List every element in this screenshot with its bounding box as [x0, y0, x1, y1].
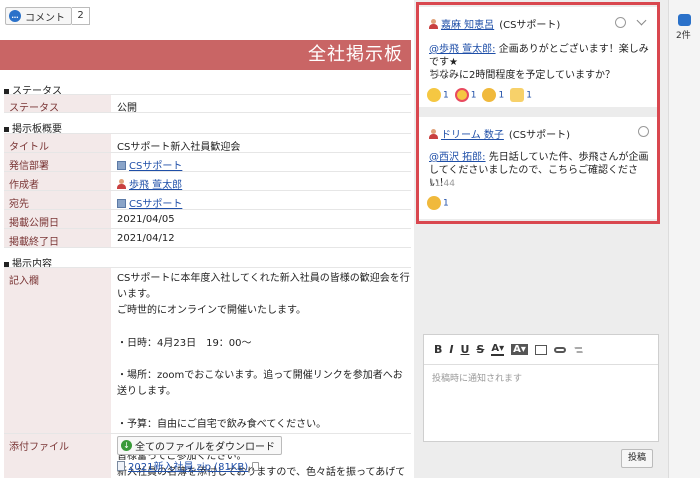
italic-button[interactable]: I	[449, 343, 453, 356]
start-date-label: 掲載公開日	[4, 210, 111, 229]
comment-author-link[interactable]: 嘉麻 知恵呂	[441, 16, 494, 31]
start-date-value: 2021/04/05	[117, 214, 175, 225]
status-row: ステータス 公開	[4, 94, 411, 114]
reaction[interactable]: 1	[482, 88, 504, 102]
comment-card: ドリーム 数子 (CSサポート) @西沢 拓郎: 先日話していた件、歩飛さんが企…	[419, 117, 657, 219]
comment-text-line2: ちなみに2時間程度を予定していますか？	[429, 70, 616, 81]
comment-time: 11:19	[429, 69, 455, 79]
beer-mug-icon	[510, 88, 525, 102]
editor-placeholder: 投稿時に通知されます	[432, 374, 523, 384]
top-toolbar: … コメント 2	[0, 0, 414, 33]
reaction[interactable]: 1	[454, 88, 476, 102]
to-row: 宛先 CSサポート	[4, 190, 411, 210]
text-color-button[interactable]: A▾	[491, 343, 505, 356]
dept-row: 発信部署 CSサポート	[4, 152, 411, 172]
status-value: 公開	[117, 103, 137, 114]
reaction-list: 1 1 1 1	[427, 88, 532, 102]
to-label: 宛先	[4, 191, 111, 210]
rail-comment-count: 2件	[676, 31, 691, 41]
title-row: タイトル CSサポート新入社員歓迎会	[4, 133, 411, 153]
comment-icon[interactable]	[678, 14, 691, 26]
underline-button[interactable]: U	[460, 343, 469, 356]
building-icon	[117, 199, 126, 208]
comment-button[interactable]: … コメント	[5, 7, 72, 25]
file-link[interactable]: 2021新入社員.zip (81KB)	[128, 462, 248, 473]
unlink-icon[interactable]	[572, 346, 585, 353]
attachment-row: 添付ファイル ↓ 全てのファイルをダウンロード 2021新入社員.zip (81…	[4, 433, 411, 478]
reaction-list: 1	[427, 196, 449, 210]
bold-button[interactable]: B	[434, 343, 442, 356]
post-button[interactable]: 投稿	[621, 449, 653, 468]
right-rail: 2件	[668, 0, 700, 478]
user-icon	[429, 128, 438, 139]
strikethrough-button[interactable]: S	[476, 343, 484, 356]
bulletin-main: … コメント 2 全社掲示板 ステータス ステータス 公開 掲示板概要 タイトル…	[0, 0, 414, 478]
person-bowing-icon	[427, 196, 441, 210]
end-date-row: 掲載終了日 2021/04/12	[4, 228, 411, 248]
end-date-label: 掲載終了日	[4, 229, 111, 248]
heart-eyes-icon	[454, 88, 469, 102]
link-icon[interactable]	[553, 346, 566, 353]
body-text: CSサポートに本年度入社してくれた新入社員の皆様の歓迎会を行います。 ご時世的に…	[117, 273, 410, 478]
reaction[interactable]: 1	[510, 88, 532, 102]
user-icon	[429, 18, 438, 29]
download-icon: ↓	[121, 440, 132, 451]
dept-label: 発信部署	[4, 153, 111, 172]
highlight-color-button[interactable]: A▾	[511, 344, 528, 355]
image-icon[interactable]	[534, 344, 547, 355]
mention-link[interactable]: @西沢 拓郎:	[429, 152, 486, 163]
clipboard-icon[interactable]	[252, 462, 260, 471]
comment-label: コメント	[25, 12, 65, 24]
body-row: 記入欄 CSサポートに本年度入社してくれた新入社員の皆様の歓迎会を行います。 ご…	[4, 267, 411, 478]
add-reaction-icon[interactable]	[638, 126, 649, 137]
author-label: 作成者	[4, 172, 111, 191]
comment-time: 11:44	[429, 179, 455, 189]
reaction[interactable]: 1	[427, 196, 449, 210]
comment-author-dept: (CSサポート)	[508, 130, 571, 141]
comment-card: 嘉麻 知恵呂 (CSサポート) @歩飛 萱太郎: 企画ありがとございます！楽しみ…	[419, 7, 657, 107]
building-icon	[117, 161, 126, 170]
author-row: 作成者 歩飛 萱太郎	[4, 171, 411, 191]
raised-hands-icon	[427, 88, 441, 102]
comment-list: 嘉麻 知恵呂 (CSサポート) @歩飛 萱太郎: 企画ありがとございます！楽しみ…	[416, 2, 660, 224]
download-all-button[interactable]: ↓ 全てのファイルをダウンロード	[117, 436, 282, 455]
start-date-row: 掲載公開日 2021/04/05	[4, 209, 411, 229]
attachment-label: 添付ファイル	[4, 434, 111, 478]
add-reaction-icon[interactable]	[615, 17, 626, 28]
comment-icon: …	[9, 10, 21, 22]
status-label: ステータス	[4, 95, 111, 114]
comment-count-badge: 2	[72, 7, 90, 25]
mention-link[interactable]: @歩飛 萱太郎:	[429, 44, 496, 55]
title-label: タイトル	[4, 134, 111, 153]
page-title: 全社掲示板	[0, 40, 411, 70]
title-value: CSサポート新入社員歓迎会	[117, 142, 241, 153]
comment-author-dept: (CSサポート)	[499, 20, 561, 31]
reaction[interactable]: 1	[427, 88, 449, 102]
thinking-face-icon	[482, 88, 497, 102]
user-icon	[117, 179, 126, 189]
end-date-value: 2021/04/12	[117, 233, 175, 244]
comment-editor[interactable]: B I U S A▾ A▾ 投稿時に通知されます	[423, 334, 659, 442]
body-label: 記入欄	[4, 268, 111, 433]
comment-author-link[interactable]: ドリーム 数子	[441, 126, 504, 141]
editor-toolbar: B I U S A▾ A▾	[424, 335, 658, 365]
zip-file-icon	[117, 461, 125, 471]
chevron-down-icon[interactable]	[636, 15, 647, 26]
